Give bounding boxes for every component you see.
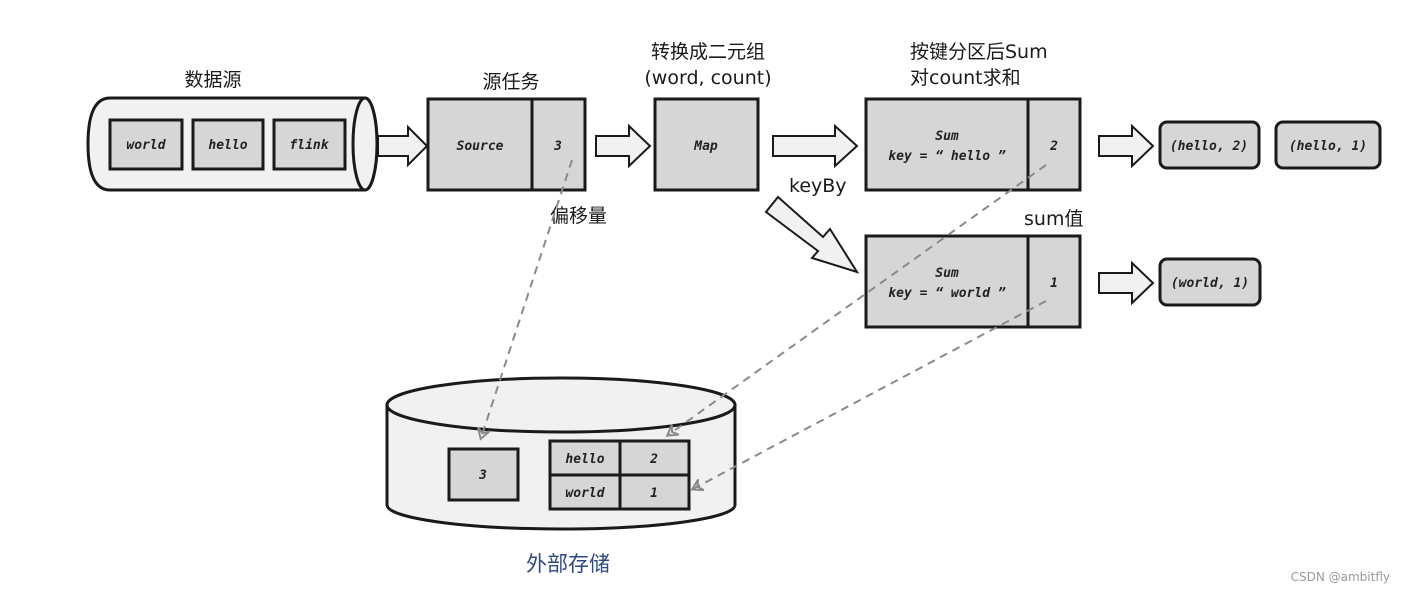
storage-state-table: hello 2 world 1 xyxy=(548,439,691,511)
watermark: CSDN @ambitfly xyxy=(1291,570,1390,584)
sum-value: 2 xyxy=(1049,139,1058,154)
source-offset-value: 3 xyxy=(553,139,562,154)
svg-text:hello: hello xyxy=(208,138,247,153)
map-title-line1: 转换成二元组 xyxy=(651,41,765,63)
flink-checkpoint-diagram: 数据源 源任务 转换成二元组 (word, count) 按键分区后Sum 对c… xyxy=(86,41,1390,584)
flow-arrow xyxy=(595,123,652,169)
svg-text:key = “ hello ”: key = “ hello ” xyxy=(888,149,1006,164)
map-task-box: Map xyxy=(653,97,760,192)
sum-task-hello: Sum key = “ hello ” 2 xyxy=(864,97,1082,192)
sum-task-world: Sum key = “ world ” 1 xyxy=(864,234,1082,329)
data-source-label: 数据源 xyxy=(184,69,241,91)
source-task-label: 源任务 xyxy=(482,71,539,93)
external-storage-label: 外部存储 xyxy=(526,552,610,576)
sum-title-line2: 对count求和 xyxy=(910,67,1021,89)
svg-text:Sum: Sum xyxy=(935,266,959,281)
state-value: 1 xyxy=(650,486,658,501)
svg-text:3: 3 xyxy=(478,468,487,483)
svg-text:(world, 1): (world, 1) xyxy=(1171,276,1249,291)
map-task-name: Map xyxy=(693,139,718,154)
output-tuple: (hello, 1) xyxy=(1274,120,1382,170)
svg-text:world: world xyxy=(126,138,166,153)
state-value: 2 xyxy=(649,452,658,467)
source-task-name: Source xyxy=(457,139,504,154)
flow-arrow xyxy=(377,124,429,168)
checkpoint-dashed-arrow xyxy=(690,300,1047,492)
svg-text:key = “ world ”: key = “ world ” xyxy=(888,286,1006,301)
map-title-line2: (word, count) xyxy=(644,67,771,89)
keyby-label: keyBy xyxy=(789,175,847,197)
output-tuple: (hello, 2) xyxy=(1158,120,1261,170)
sum-value: 1 xyxy=(1050,276,1058,291)
offset-label: 偏移量 xyxy=(550,205,607,227)
flow-arrow xyxy=(1098,260,1155,306)
data-source-item: hello xyxy=(191,118,265,171)
keyby-arrow xyxy=(764,195,860,274)
state-key: world xyxy=(565,486,605,501)
svg-text:flink: flink xyxy=(289,138,329,153)
source-task-box: Source 3 xyxy=(426,97,587,192)
flow-arrow xyxy=(772,123,859,169)
svg-text:(hello, 2): (hello, 2) xyxy=(1170,139,1248,154)
flow-arrow xyxy=(1098,123,1155,169)
data-source-item: world xyxy=(108,118,184,171)
output-tuple: (world, 1) xyxy=(1158,257,1262,307)
sum-value-label: sum值 xyxy=(1024,208,1083,230)
svg-text:(hello, 1): (hello, 1) xyxy=(1289,139,1367,154)
svg-text:Sum: Sum xyxy=(935,129,959,144)
sum-title-line1: 按键分区后Sum xyxy=(910,41,1048,63)
storage-offset-box: 3 xyxy=(447,447,520,502)
data-source-item: flink xyxy=(272,118,347,171)
state-key: hello xyxy=(565,452,604,467)
